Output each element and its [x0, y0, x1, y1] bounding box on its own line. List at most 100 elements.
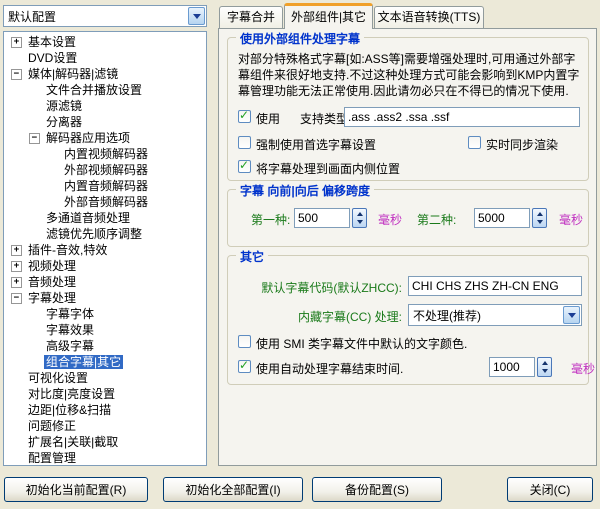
collapse-minus-icon[interactable]: −: [11, 69, 22, 80]
realtime-sync-render-checkbox[interactable]: ✓: [468, 136, 481, 149]
first-offset-input[interactable]: [294, 208, 350, 228]
auto-end-time-checkbox[interactable]: ✓: [238, 358, 251, 373]
tree-item[interactable]: 内置音频解码器: [4, 178, 206, 194]
tree-item[interactable]: + 视频处理: [4, 258, 206, 274]
collapse-minus-icon[interactable]: −: [11, 293, 22, 304]
tree-item[interactable]: 文件合并播放设置: [4, 82, 206, 98]
profile-select[interactable]: 默认配置: [3, 5, 207, 27]
tree-item-label: 插件-音效,特效: [28, 243, 108, 257]
tree-item[interactable]: 滤镜优先顺序调整: [4, 226, 206, 242]
spin-buttons[interactable]: [532, 208, 547, 228]
tree-item[interactable]: 高级字幕: [4, 338, 206, 354]
tree-item[interactable]: 扩展名|关联|截取: [4, 434, 206, 450]
profile-dropdown-button[interactable]: [188, 7, 205, 25]
tree-item[interactable]: 边距|位移&扫描: [4, 402, 206, 418]
tree-item[interactable]: + 音频处理: [4, 274, 206, 290]
tree-item[interactable]: 问题修正: [4, 418, 206, 434]
tree-item[interactable]: 组合字幕|其它: [4, 354, 206, 370]
realtime-sync-render-label: 实时同步渲染: [486, 138, 559, 152]
tree-item-label: 高级字幕: [46, 339, 95, 353]
tree-item[interactable]: 分离器: [4, 114, 206, 130]
tree-item-label: 源滤镜: [46, 99, 83, 113]
tree-item-label: 字幕字体: [46, 307, 95, 321]
smi-default-color-checkbox[interactable]: ✓: [238, 335, 251, 348]
tab-subtitle-merge[interactable]: 字幕合并: [219, 6, 283, 29]
tree-item-label: 内置音频解码器: [64, 179, 149, 193]
render-inside-frame-label: 将字幕处理到画面内侧位置: [256, 162, 401, 176]
tree-item-label: 对比度|亮度设置: [28, 387, 116, 401]
tree-item-label: 问题修正: [28, 419, 77, 433]
down-arrow-icon[interactable]: [356, 219, 363, 224]
render-inside-frame-checkbox[interactable]: ✓: [238, 158, 251, 173]
force-preferred-subtitle-label: 强制使用首选字幕设置: [256, 138, 377, 152]
spin-buttons[interactable]: [537, 357, 552, 377]
tree-item[interactable]: − 媒体|解码器|滤镜: [4, 66, 206, 82]
auto-end-time-input[interactable]: [489, 357, 535, 377]
tree-item[interactable]: 可视化设置: [4, 370, 206, 386]
check-icon: ✓: [239, 108, 250, 122]
tree-item[interactable]: 源滤镜: [4, 98, 206, 114]
tab-panel: 使用外部组件处理字幕 对部分特殊格式字幕[如:ASS等]需要增强处理时,可用通过…: [218, 28, 597, 466]
init-current-config-button[interactable]: 初始化当前配置(R): [4, 477, 148, 502]
down-arrow-icon[interactable]: [536, 219, 543, 224]
external-description-line: 幕管理功能无法正常使用.因此请勿必只在不得已的情况下使用.: [238, 84, 569, 98]
chevron-down-icon: [567, 312, 576, 318]
force-preferred-subtitle-checkbox[interactable]: ✓: [238, 136, 251, 149]
default-codepage-label: 默认字幕代码(默认ZHCC):: [261, 281, 402, 295]
down-arrow-icon[interactable]: [541, 368, 548, 373]
second-offset-label: 第二种:: [417, 213, 457, 227]
tree-item-label: 边距|位移&扫描: [28, 403, 112, 417]
second-offset-input[interactable]: [474, 208, 530, 228]
tree-item[interactable]: + 基本设置: [4, 34, 206, 50]
up-arrow-icon[interactable]: [541, 361, 548, 366]
profile-select-value: 默认配置: [8, 9, 57, 24]
collapse-minus-icon[interactable]: −: [29, 133, 40, 144]
tree-item-label: 配置管理: [28, 451, 77, 465]
external-description-line: 对部分特殊格式字幕[如:ASS等]需要增强处理时,可用通过外部字: [238, 52, 576, 66]
tree-item-label: 字幕效果: [46, 323, 95, 337]
tab-external-components[interactable]: 外部组件|其它: [284, 3, 373, 29]
check-icon: ✓: [239, 158, 250, 172]
cc-handling-select[interactable]: 不处理(推荐): [408, 304, 582, 326]
settings-tree[interactable]: + 基本设置 DVD设置 − 媒体|解码器|滤镜 文件合并播放设置 源滤镜 分离器 − 解码器应用…: [3, 31, 207, 466]
expand-plus-icon[interactable]: +: [11, 37, 22, 48]
expand-plus-icon[interactable]: +: [11, 261, 22, 272]
group-other: 其它 默认字幕代码(默认ZHCC): 内藏字幕(CC) 处理: 不处理(推荐) …: [227, 248, 595, 385]
tab-tts[interactable]: 文本语音转换(TTS): [374, 6, 484, 29]
external-description-line: 幕组件来很好地支持.不过这种处理方式可能会影响到KMP内置字: [238, 68, 580, 82]
tree-item[interactable]: 外部音频解码器: [4, 194, 206, 210]
close-button[interactable]: 关闭(C): [507, 477, 593, 502]
tree-item[interactable]: DVD设置: [4, 50, 206, 66]
expand-plus-icon[interactable]: +: [11, 277, 22, 288]
cc-handling-label: 内藏字幕(CC) 处理:: [298, 310, 402, 324]
backup-config-button[interactable]: 备份配置(S): [312, 477, 442, 502]
first-offset-spinner: [294, 208, 367, 228]
supported-types-input[interactable]: [344, 107, 580, 127]
tree-item[interactable]: 对比度|亮度设置: [4, 386, 206, 402]
tree-item[interactable]: − 解码器应用选项: [4, 130, 206, 146]
tree-item[interactable]: 配置管理: [4, 450, 206, 465]
tree-item[interactable]: − 字幕处理: [4, 290, 206, 306]
tree-item[interactable]: 外部视频解码器: [4, 162, 206, 178]
tree-item[interactable]: 字幕效果: [4, 322, 206, 338]
second-offset-spinner: [474, 208, 547, 228]
auto-end-time-unit: 毫秒: [571, 362, 596, 376]
tree-item[interactable]: + 插件-音效,特效: [4, 242, 206, 258]
auto-end-time-spinner: [489, 357, 552, 377]
settings-dialog: 默认配置 + 基本设置 DVD设置 − 媒体|解码器|滤镜 文件合并播放设置 源滤镜 分离器 −…: [0, 0, 600, 509]
up-arrow-icon[interactable]: [356, 212, 363, 217]
default-codepage-input[interactable]: [408, 276, 582, 296]
tree-item[interactable]: 字幕字体: [4, 306, 206, 322]
tree-item[interactable]: 内置视频解码器: [4, 146, 206, 162]
tree-item-label: 解码器应用选项: [46, 131, 131, 145]
expand-plus-icon[interactable]: +: [11, 245, 22, 256]
group-offset-span: 字幕 向前|向后 偏移跨度 第一种: 毫秒 第二种: 毫秒: [227, 182, 589, 247]
use-external-checkbox[interactable]: ✓: [238, 108, 251, 123]
cc-dropdown-button[interactable]: [563, 306, 580, 324]
init-all-config-button[interactable]: 初始化全部配置(I): [163, 477, 303, 502]
tree-item-label: 可视化设置: [28, 371, 89, 385]
tree-item[interactable]: 多通道音频处理: [4, 210, 206, 226]
up-arrow-icon[interactable]: [536, 212, 543, 217]
spin-buttons[interactable]: [352, 208, 367, 228]
tree-item-label: 视频处理: [28, 259, 77, 273]
